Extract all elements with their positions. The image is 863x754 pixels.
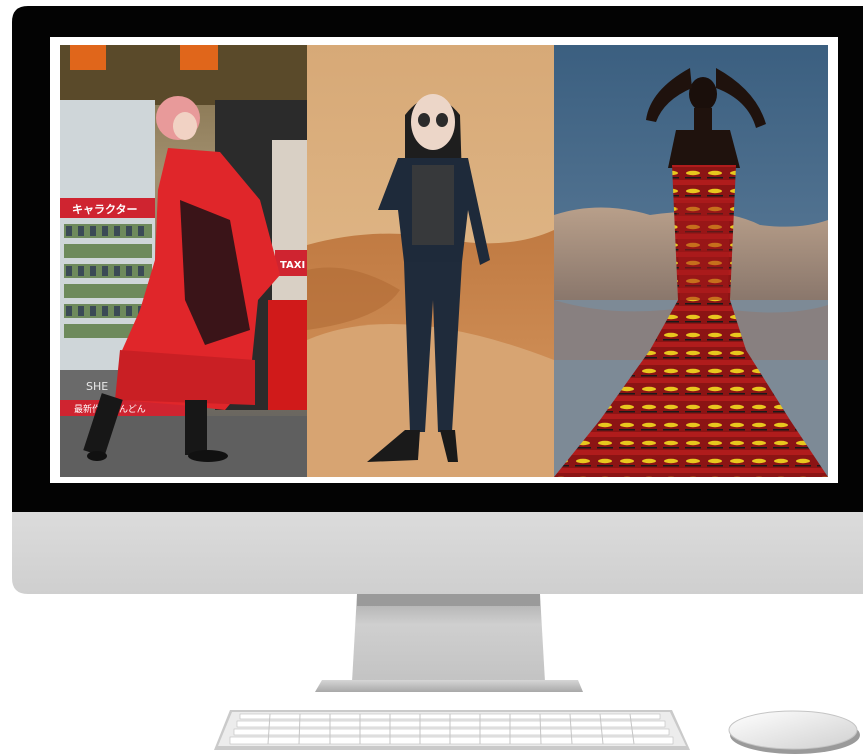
monitor-stand [352,594,545,682]
monitor-stand-base [315,680,583,692]
desktop-computer-illustration: キャラクター SHE 最新作をどんどん TAXI [12,6,863,754]
screen-panel-desert [307,45,554,477]
shop-sign-text: SHE [86,380,108,393]
taxi-sign-text: TAXI [280,260,305,271]
screen-panel-street: キャラクター SHE 最新作をどんどん TAXI [60,45,307,477]
mouse [728,710,860,754]
keyboard [214,710,690,750]
monitor-chin [12,510,863,594]
screen-panel-lake [554,45,828,477]
katakana-banner-text: キャラクター [72,203,138,216]
